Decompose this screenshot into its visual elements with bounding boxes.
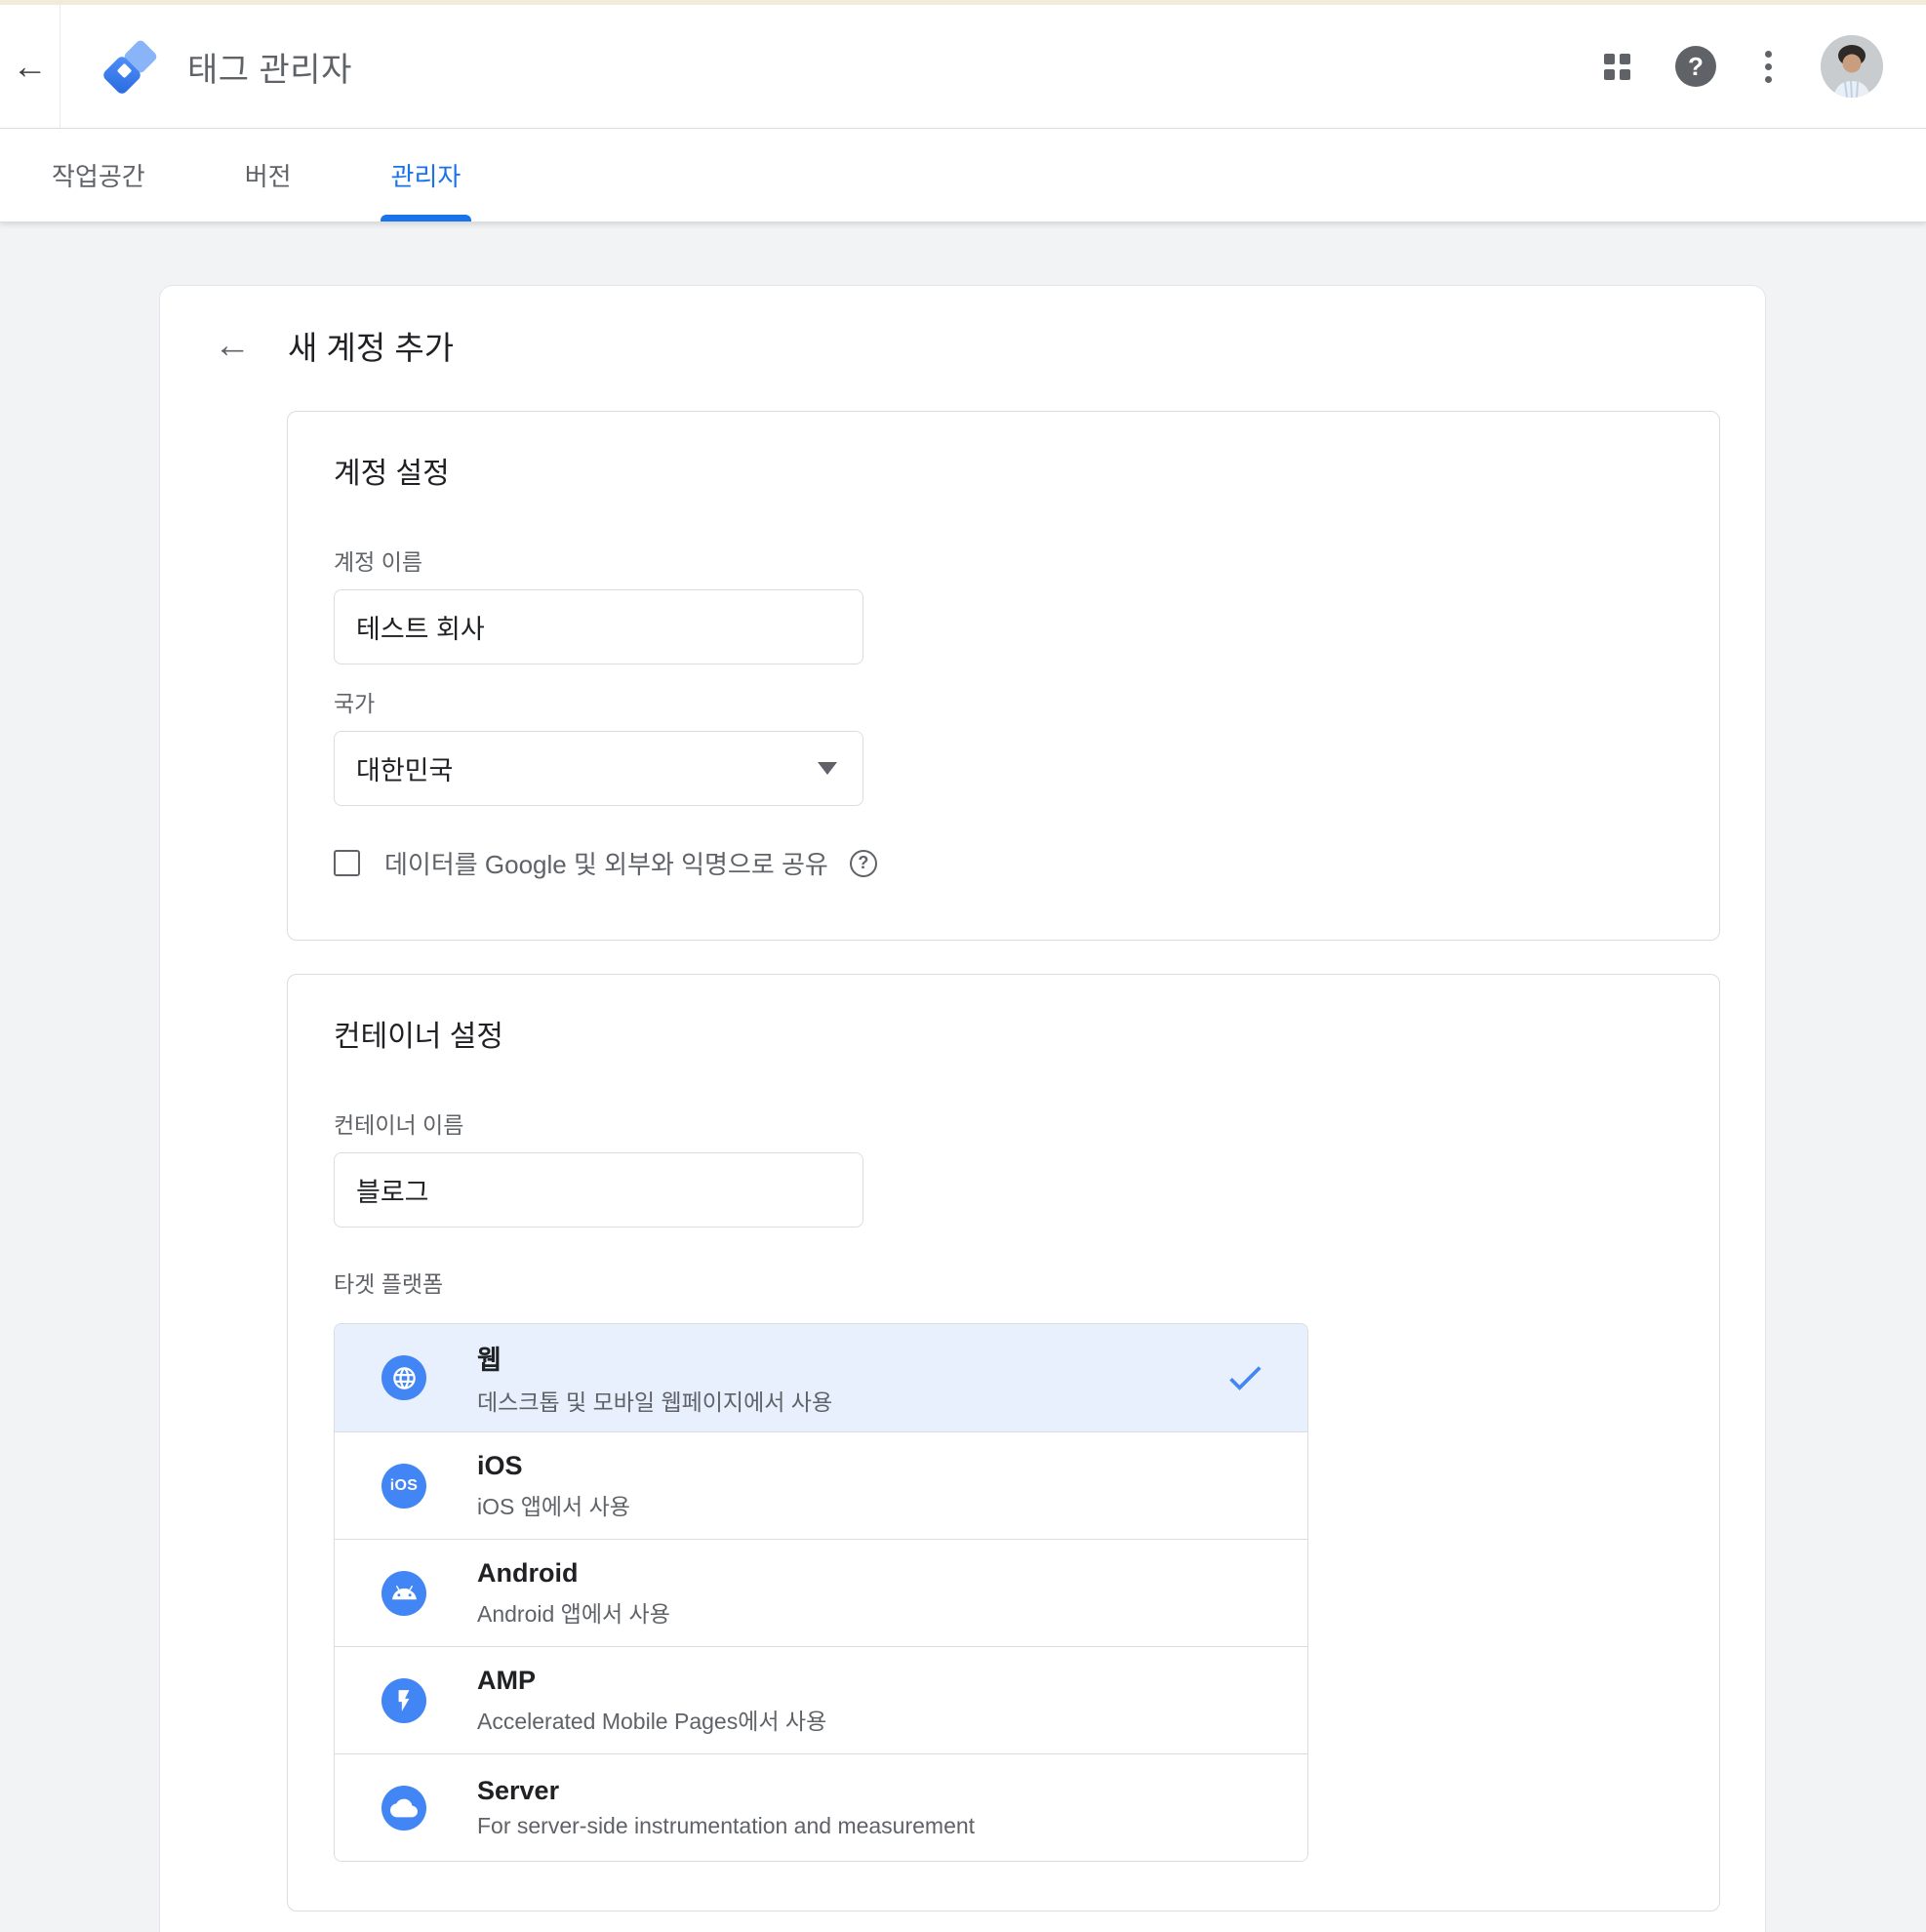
- container-name-input[interactable]: [334, 1152, 863, 1228]
- page-title: 새 계정 추가: [288, 322, 454, 369]
- account-settings-section: 계정 설정 계정 이름 국가 대한민국 데이터를 Google 및 외부와 익명…: [287, 411, 1720, 941]
- more-vert-icon[interactable]: [1761, 47, 1776, 87]
- account-name-input[interactable]: [334, 589, 863, 664]
- app-header: ← 태그 관리자 ?: [0, 5, 1926, 129]
- grid-square: [1620, 69, 1630, 80]
- check-icon: [1224, 1356, 1266, 1399]
- page-head: ← 새 계정 추가: [160, 323, 1765, 368]
- share-data-row: 데이터를 Google 및 외부와 익명으로 공유 ?: [334, 845, 1719, 881]
- platform-description: Accelerated Mobile Pages에서 사용: [477, 1703, 826, 1736]
- account-name-label: 계정 이름: [334, 548, 1719, 576]
- grid-square: [1604, 69, 1615, 80]
- target-platform-label: 타겟 플랫폼: [334, 1270, 1719, 1298]
- platform-row-web[interactable]: 웹 데스크톱 및 모바일 웹페이지에서 사용: [335, 1324, 1307, 1431]
- platform-text: AMP Accelerated Mobile Pages에서 사용: [477, 1666, 826, 1736]
- platform-title: 웹: [477, 1339, 832, 1377]
- target-platform-list: 웹 데스크톱 및 모바일 웹페이지에서 사용 iOS iOS iOS 앱에서 사…: [334, 1323, 1308, 1862]
- globe-icon: [381, 1355, 426, 1400]
- help-icon[interactable]: ?: [1675, 46, 1716, 87]
- header-back-button[interactable]: ←: [0, 5, 60, 128]
- question-glyph: ?: [1688, 52, 1704, 82]
- page-back-button[interactable]: ←: [214, 327, 251, 364]
- container-settings-section: 컨테이너 설정 컨테이너 이름 타겟 플랫폼 웹 데스크톱 및 모바일 웹페이지…: [287, 974, 1720, 1912]
- help-circle-icon[interactable]: ?: [850, 850, 877, 877]
- avatar-image: [1821, 35, 1883, 98]
- cloud-icon: [381, 1786, 426, 1831]
- tab-workspace[interactable]: 작업공간: [49, 129, 148, 221]
- amp-bolt-icon: [381, 1678, 426, 1723]
- platform-text: Server For server-side instrumentation a…: [477, 1776, 975, 1839]
- platform-text: Android Android 앱에서 사용: [477, 1558, 670, 1629]
- platform-text: iOS iOS 앱에서 사용: [477, 1451, 630, 1521]
- dot: [1765, 63, 1772, 70]
- tab-bar: 작업공간 버전 관리자: [0, 129, 1926, 222]
- platform-text: 웹 데스크톱 및 모바일 웹페이지에서 사용: [477, 1339, 832, 1417]
- share-data-label: 데이터를 Google 및 외부와 익명으로 공유: [384, 845, 828, 881]
- arrow-left-icon: ←: [13, 46, 48, 87]
- content-area: ← 새 계정 추가 계정 설정 계정 이름 국가 대한민국 데이터를 Googl…: [0, 222, 1926, 1932]
- platform-title: iOS: [477, 1451, 630, 1481]
- header-actions: ?: [1604, 35, 1883, 98]
- app-title: 태그 관리자: [187, 43, 352, 91]
- arrow-left-icon: ←: [214, 325, 251, 366]
- platform-row-ios[interactable]: iOS iOS iOS 앱에서 사용: [335, 1431, 1307, 1539]
- grid-square: [1620, 54, 1630, 64]
- grid-square: [1604, 54, 1615, 64]
- question-glyph: ?: [858, 853, 868, 873]
- dot: [1765, 51, 1772, 58]
- ios-icon: iOS: [381, 1464, 426, 1509]
- platform-description: Android 앱에서 사용: [477, 1595, 670, 1629]
- country-label: 국가: [334, 690, 1719, 717]
- container-settings-title: 컨테이너 설정: [334, 1020, 1719, 1055]
- user-avatar[interactable]: [1821, 35, 1883, 98]
- platform-row-server[interactable]: Server For server-side instrumentation a…: [335, 1753, 1307, 1861]
- platform-title: Android: [477, 1558, 670, 1589]
- container-name-label: 컨테이너 이름: [334, 1111, 1719, 1139]
- platform-row-android[interactable]: Android Android 앱에서 사용: [335, 1539, 1307, 1646]
- account-settings-title: 계정 설정: [334, 457, 1719, 492]
- add-account-card: ← 새 계정 추가 계정 설정 계정 이름 국가 대한민국 데이터를 Googl…: [159, 285, 1766, 1932]
- country-selected-value: 대한민국: [356, 749, 453, 787]
- country-select[interactable]: 대한민국: [334, 731, 863, 806]
- tag-manager-logo-icon: [105, 41, 156, 92]
- platform-description: iOS 앱에서 사용: [477, 1488, 630, 1521]
- platform-title: AMP: [477, 1666, 826, 1696]
- tab-versions[interactable]: 버전: [242, 129, 295, 221]
- caret-down-icon: [818, 762, 837, 775]
- apps-grid-icon[interactable]: [1604, 54, 1630, 80]
- android-icon: [381, 1571, 426, 1616]
- platform-row-amp[interactable]: AMP Accelerated Mobile Pages에서 사용: [335, 1646, 1307, 1753]
- platform-description: 데스크톱 및 모바일 웹페이지에서 사용: [477, 1384, 832, 1417]
- share-data-checkbox[interactable]: [334, 850, 360, 876]
- dot: [1765, 76, 1772, 83]
- platform-title: Server: [477, 1776, 975, 1806]
- tab-admin[interactable]: 관리자: [388, 129, 464, 221]
- platform-description: For server-side instrumentation and meas…: [477, 1813, 975, 1839]
